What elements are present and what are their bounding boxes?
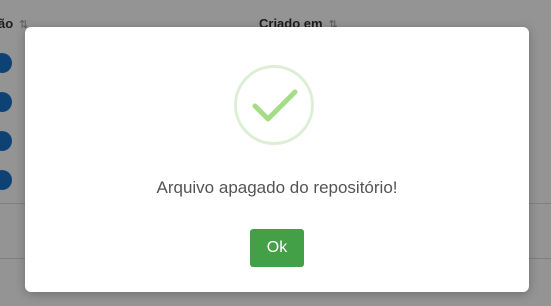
ok-button[interactable]: Ok [250,229,304,267]
dialog-message: Arquivo apagado do repositório! [156,178,398,197]
success-dialog: Arquivo apagado do repositório! Ok [25,27,529,292]
success-icon [234,65,314,145]
checkmark-icon [252,89,298,122]
